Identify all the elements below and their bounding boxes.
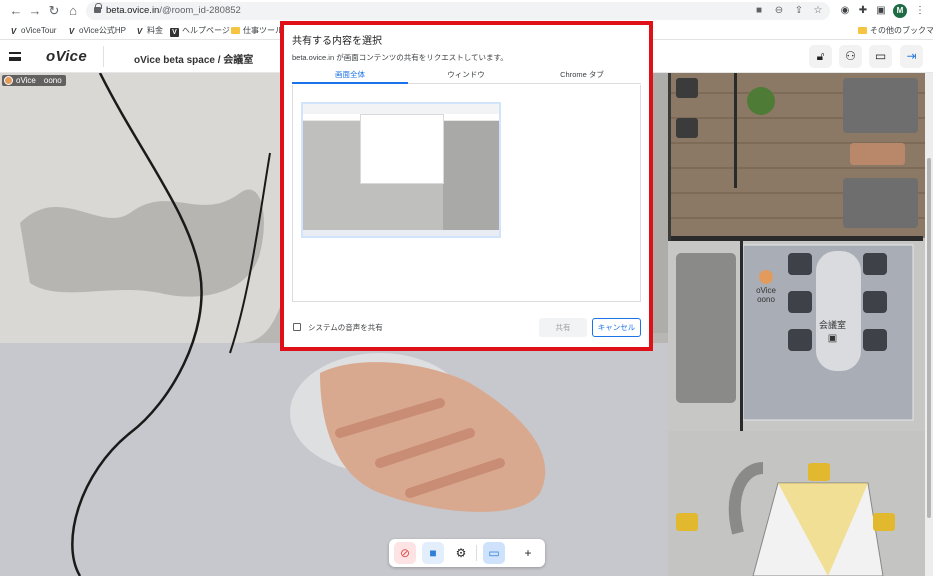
lock-icon[interactable] [94,3,102,13]
floor-plan [668,73,933,576]
avatar [759,270,773,284]
home-icon[interactable]: ⌂ [65,3,81,19]
share-button[interactable]: 共有 [539,318,587,337]
media-toolbar: ⊘ ■ ⚙ ▭ + [389,539,545,567]
sidepanel-icon[interactable]: ▣ [874,4,888,18]
address-bar[interactable]: beta.ovice.in/@room_id-280852 ■ ⊖ ⇪ ☆ [86,2,830,20]
space-title: oVice beta space / 会議室 [134,55,254,66]
ovice-v-box-icon: V [170,28,179,37]
thumbnail-map [443,121,499,231]
tab-window[interactable]: ウィンドウ [408,70,524,84]
map-scrollbar[interactable] [925,73,933,576]
ovice-logo: oVice [46,48,87,65]
folder-icon [231,27,240,34]
star-icon[interactable]: ☆ [812,5,824,17]
menu-icon[interactable] [9,52,21,61]
url-text[interactable]: beta.ovice.in/@room_id-280852 [106,5,241,16]
thumbnail-browser-bar [303,104,499,114]
browser-toolbar: ← → ↻ ⌂ beta.ovice.in/@room_id-280852 ■ … [0,0,933,22]
settings-icon[interactable]: ⚙ [450,542,472,564]
thumbnail-dialog [360,114,444,184]
dialog-description: beta.ovice.in が画面コンテンツの共有をリクエストしています。 [292,53,508,62]
screen-thumbnail[interactable] [301,102,501,238]
share-audio-label[interactable]: システムの音声を共有 [308,322,383,333]
share-icon[interactable]: ⇪ [793,5,805,17]
reload-icon[interactable]: ↻ [46,3,62,19]
video-name-tag: oVice oono [2,75,66,86]
ovice-v-icon: V [136,27,143,36]
dialog-tabs: 画面全体 ウィンドウ Chrome タブ [292,70,641,84]
forward-icon[interactable]: → [27,3,43,19]
avatar-icon [4,76,13,85]
plus-icon[interactable]: + [517,542,539,564]
screen-share-icon[interactable]: ▭ [483,542,505,564]
toolbar-divider [476,545,477,561]
header-divider [103,46,104,67]
ovice-v-icon: V [68,27,75,36]
ovice-v-icon: V [10,27,17,36]
dialog-title: 共有する内容を選択 [292,36,382,47]
profile-avatar[interactable]: M [893,4,907,18]
tab-entire-screen[interactable]: 画面全体 [292,70,408,84]
exit-icon[interactable]: ⇥ [900,45,923,68]
bookmark-ovicetour[interactable]: VoViceTour [9,25,57,37]
tab-chrome-tab[interactable]: Chrome タブ [524,70,640,84]
cancel-button[interactable]: キャンセル [592,318,641,337]
back-icon[interactable]: ← [8,3,24,19]
extension-icon[interactable]: ◉ [838,4,852,18]
meeting-room-label[interactable]: 会議室 ▣ [816,318,849,344]
chat-icon[interactable]: ▭ [869,45,892,68]
bookmark-help[interactable]: V ヘルプページ [170,25,230,37]
lock-icon[interactable]: 🔓︎ [809,45,832,68]
map-avatar-label[interactable]: oVice oono [751,270,781,304]
camera-icon[interactable]: ■ [422,542,444,564]
bookmark-ovice-hp[interactable]: VoVice公式HP [67,25,126,37]
bookmark-pricing[interactable]: V 料金 [135,25,163,37]
puzzle-icon[interactable]: ✚ [856,4,870,18]
mic-off-icon[interactable]: ⊘ [394,542,416,564]
share-audio-checkbox[interactable] [293,323,301,331]
zoom-icon[interactable]: ⊖ [773,5,785,17]
scroll-thumb[interactable] [927,158,931,518]
bookmark-other[interactable]: その他のブックマーク [858,25,933,37]
bookmark-work-tools[interactable]: 仕事ツール [231,25,283,37]
office-map[interactable]: oVice oono [668,73,933,576]
folder-icon [858,27,867,34]
thumbnail-taskbar [303,230,499,236]
more-icon[interactable]: ⋮ [913,4,927,18]
camera-icon[interactable]: ■ [753,5,765,17]
calendar-icon: ▣ [827,333,838,344]
members-icon[interactable]: ⚇ [839,45,862,68]
